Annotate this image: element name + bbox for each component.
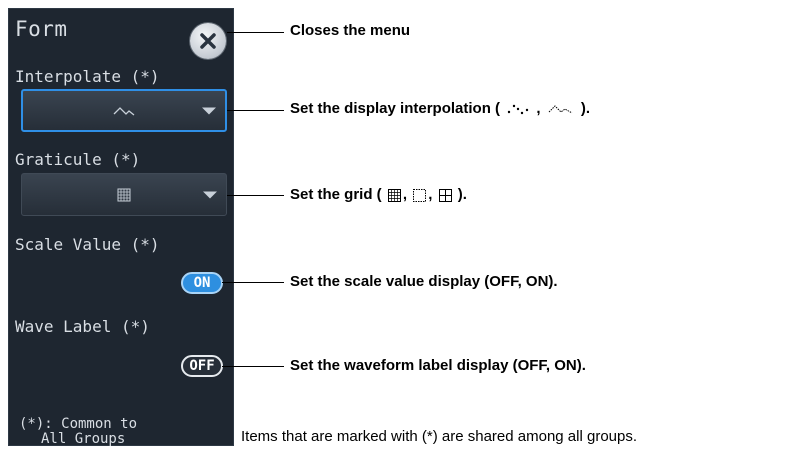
fine-grid-icon: [387, 188, 401, 202]
chevron-down-icon: [202, 107, 216, 114]
scale-value-label: Scale Value (*): [15, 235, 160, 254]
callout-close: Closes the menu: [290, 22, 411, 39]
leader-line: [227, 195, 284, 196]
interpolate-label: Interpolate (*): [15, 67, 160, 86]
scale-value-toggle[interactable]: ON: [181, 272, 223, 294]
line-interpolation-icon: [113, 106, 135, 116]
callout-interpolation: Set the display interpolation ( , ).: [290, 100, 590, 117]
footnote-line2: All Groups: [41, 431, 126, 447]
chevron-down-icon: [203, 191, 217, 198]
shared-items-note: Items that are marked with (*) are share…: [241, 428, 638, 445]
leader-line: [227, 110, 284, 111]
callout-grid: Set the grid ( , , ).: [290, 186, 467, 203]
close-button[interactable]: [190, 23, 226, 59]
panel-title: Form: [15, 17, 68, 41]
graticule-select[interactable]: [21, 173, 227, 216]
callout-interp-sep: ,: [536, 100, 541, 117]
callout-grid-post: ).: [457, 186, 467, 203]
leader-line: [222, 366, 284, 367]
cross-grid-icon: [438, 188, 452, 202]
callout-interp-post: ).: [580, 100, 591, 117]
callout-wave: Set the waveform label display (OFF, ON)…: [290, 357, 586, 374]
callout-grid-pre: Set the grid (: [290, 186, 382, 203]
wave-label-toggle[interactable]: OFF: [181, 355, 223, 377]
graticule-label: Graticule (*): [15, 150, 141, 169]
callout-scale: Set the scale value display (OFF, ON).: [290, 273, 558, 290]
dot-interpolation-icon: [508, 104, 529, 115]
footnote-line1: (*): Common to: [19, 416, 138, 432]
leader-line: [227, 32, 284, 33]
close-icon: [200, 33, 216, 49]
wave-label-label: Wave Label (*): [15, 317, 150, 336]
frame-grid-icon: [413, 188, 427, 202]
line-interpolation-icon: [548, 105, 572, 114]
interpolate-select[interactable]: [21, 89, 227, 132]
callout-interp-pre: Set the display interpolation (: [290, 100, 501, 117]
form-menu-panel: Form Interpolate (*) Graticule (*) Scale…: [8, 8, 234, 447]
leader-line: [222, 282, 284, 283]
common-footnote: (*): Common to All Groups: [19, 417, 137, 447]
grid-icon: [117, 188, 131, 201]
